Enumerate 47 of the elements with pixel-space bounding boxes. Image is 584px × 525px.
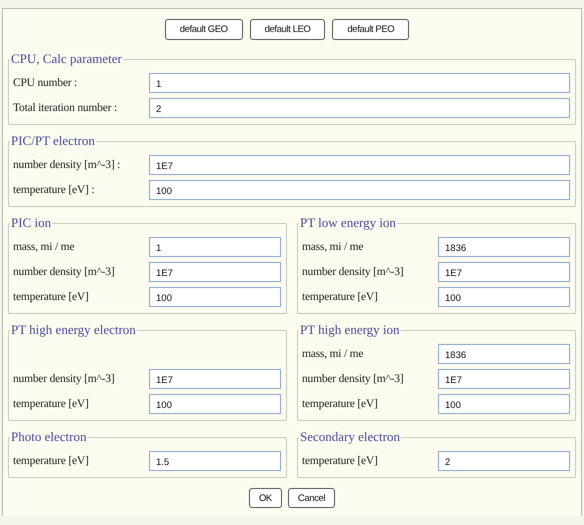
input-field[interactable]: 100 (438, 394, 570, 414)
field-label: temperature [eV] (302, 398, 379, 410)
input-field[interactable]: 1 (149, 236, 281, 256)
field-label: number density [m^-3] (302, 372, 404, 384)
field-label: temperature [eV] : (13, 184, 96, 196)
group-title: CPU, Calc parameter (10, 51, 123, 67)
field-label: mass, mi / me (13, 240, 76, 252)
field-label: temperature [eV] (302, 454, 379, 466)
group-title: PIC/PT electron (10, 133, 96, 149)
input-field[interactable]: 2 (438, 450, 570, 470)
preset-button[interactable]: default LEO (250, 19, 326, 40)
input-field[interactable]: 1E7 (149, 262, 281, 282)
preset-button[interactable]: default GEO (164, 19, 243, 40)
preset-button[interactable]: default PEO (332, 19, 410, 40)
input-field[interactable]: 1E7 (438, 368, 570, 388)
ok-button[interactable]: OK (248, 488, 282, 508)
input-field[interactable]: 1836 (438, 344, 570, 364)
group-title: PT high energy electron (10, 322, 137, 338)
field-label: number density [m^-3] (302, 266, 404, 278)
field-label: CPU number : (13, 76, 78, 88)
field-label: mass, mi / me (302, 240, 364, 252)
input-field[interactable]: 100 (149, 286, 281, 306)
input-field[interactable]: 1E7 (149, 368, 281, 388)
input-field[interactable]: 100 (149, 394, 281, 414)
input-field[interactable]: 1.5 (149, 450, 281, 470)
input-field[interactable]: 1836 (438, 236, 570, 256)
field-label: mass, mi / me (302, 348, 364, 360)
group-title: Secondary electron (299, 429, 401, 445)
field-label: number density [m^-3] (13, 266, 116, 278)
field-label: Total iteration number : (13, 102, 118, 114)
input-field[interactable]: 2 (149, 98, 570, 118)
field-label: temperature [eV] (13, 290, 90, 302)
input-field[interactable]: 1E7 (438, 262, 570, 282)
group-title: PT low energy ion (299, 215, 397, 231)
field-label: temperature [eV] (13, 454, 90, 466)
group-title: PT high energy ion (299, 322, 401, 338)
cancel-button[interactable]: Cancel (288, 488, 336, 508)
input-field[interactable]: 1 (149, 72, 570, 92)
input-field[interactable]: 100 (438, 286, 570, 306)
input-field[interactable]: 1E7 (149, 154, 570, 174)
field-label: number density [m^-3] (13, 372, 116, 384)
input-field[interactable]: 100 (149, 180, 570, 200)
field-label: number density [m^-3] : (13, 158, 122, 170)
group-title: PIC ion (10, 215, 52, 231)
field-label: temperature [eV] (302, 290, 379, 302)
group-title: Photo electron (10, 429, 88, 445)
field-label: temperature [eV] (13, 398, 90, 410)
